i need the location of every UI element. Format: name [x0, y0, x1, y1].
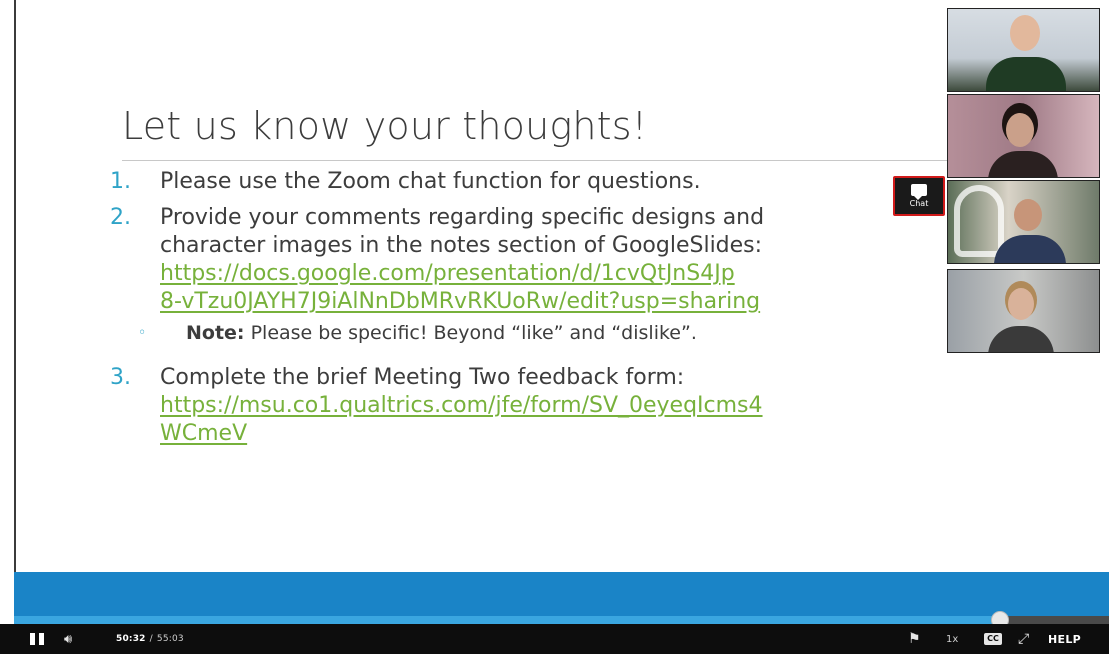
chat-button[interactable]: Chat [893, 176, 945, 216]
seek-progress [14, 616, 1000, 624]
participant-video-2[interactable] [947, 94, 1100, 178]
time-display: 50:32 / 55:03 [116, 624, 184, 654]
qualtrics-link[interactable]: https://msu.co1.qualtrics.com/jfe/form/S… [160, 392, 990, 420]
seek-bar[interactable] [14, 611, 1109, 629]
qualtrics-link[interactable]: WCmeV [160, 420, 990, 448]
bookmark-button[interactable]: ⚑ [908, 624, 921, 654]
fullscreen-button[interactable]: ⤢ [1018, 624, 1029, 654]
bullet-icon: ◦ [138, 325, 147, 341]
presentation-stage: Let us know your thoughts! 1. Please use… [0, 0, 1109, 654]
list-number: 1. [110, 169, 131, 194]
player-blue-band [14, 572, 1109, 616]
note-subitem: ◦ Note: Please be specific! Beyond “like… [138, 320, 990, 346]
spartan-logo-background [954, 185, 1004, 257]
note-text: Please be specific! Beyond “like” and “d… [250, 322, 697, 344]
list-item-3: 3. Complete the brief Meeting Two feedba… [110, 364, 990, 448]
participant-video-1[interactable] [947, 8, 1100, 92]
participant-body [986, 57, 1066, 91]
participant-video-3[interactable] [947, 180, 1100, 264]
flag-icon: ⚑ [908, 631, 921, 647]
list-text: character images in the notes section of… [160, 233, 763, 258]
chat-label: Chat [909, 199, 929, 208]
list-text: Complete the brief Meeting Two feedback … [160, 365, 685, 390]
cc-icon: CC [984, 633, 1002, 645]
volume-icon: 🔊︎ [64, 631, 73, 647]
slide-body: 1. Please use the Zoom chat function for… [110, 168, 990, 448]
time-separator: / [149, 634, 153, 644]
list-number: 3. [110, 365, 131, 390]
player-controls: 🔊︎ 50:32 / 55:03 ⚑ 1x CC ⤢ HELP [0, 624, 1109, 654]
note-label: Note: [186, 322, 245, 344]
playback-speed-button[interactable]: 1x [946, 624, 958, 654]
chat-bubble-icon [911, 184, 927, 200]
total-time: 55:03 [156, 634, 184, 644]
help-button[interactable]: HELP [1048, 624, 1081, 654]
list-item-1: 1. Please use the Zoom chat function for… [110, 168, 990, 196]
participant-head [1008, 288, 1034, 320]
slide-title: Let us know your thoughts! [122, 104, 648, 148]
fullscreen-icon: ⤢ [1018, 631, 1030, 647]
list-text: Provide your comments regarding specific… [160, 205, 765, 230]
participant-head [1006, 113, 1034, 147]
slide-left-border [14, 0, 16, 604]
participant-head [1014, 199, 1042, 231]
participant-body [994, 235, 1066, 263]
list-number: 2. [110, 205, 131, 230]
participant-body [988, 151, 1058, 177]
current-time: 50:32 [116, 634, 146, 644]
participant-body [988, 326, 1054, 352]
pause-icon [30, 633, 35, 645]
google-slides-link[interactable]: 8-vTzu0JAYH7J9iAlNnDbMRvRKUoRw/edit?usp=… [160, 288, 990, 316]
volume-button[interactable]: 🔊︎ [64, 624, 86, 654]
list-item-2: 2. Provide your comments regarding speci… [110, 204, 990, 316]
pause-button[interactable] [30, 624, 48, 654]
google-slides-link[interactable]: https://docs.google.com/presentation/d/1… [160, 260, 990, 288]
pause-icon [39, 633, 44, 645]
title-divider [122, 160, 952, 161]
participant-head [1010, 15, 1040, 51]
participant-video-4[interactable] [947, 269, 1100, 353]
list-text: Please use the Zoom chat function for qu… [160, 169, 701, 194]
captions-button[interactable]: CC [984, 624, 1002, 654]
